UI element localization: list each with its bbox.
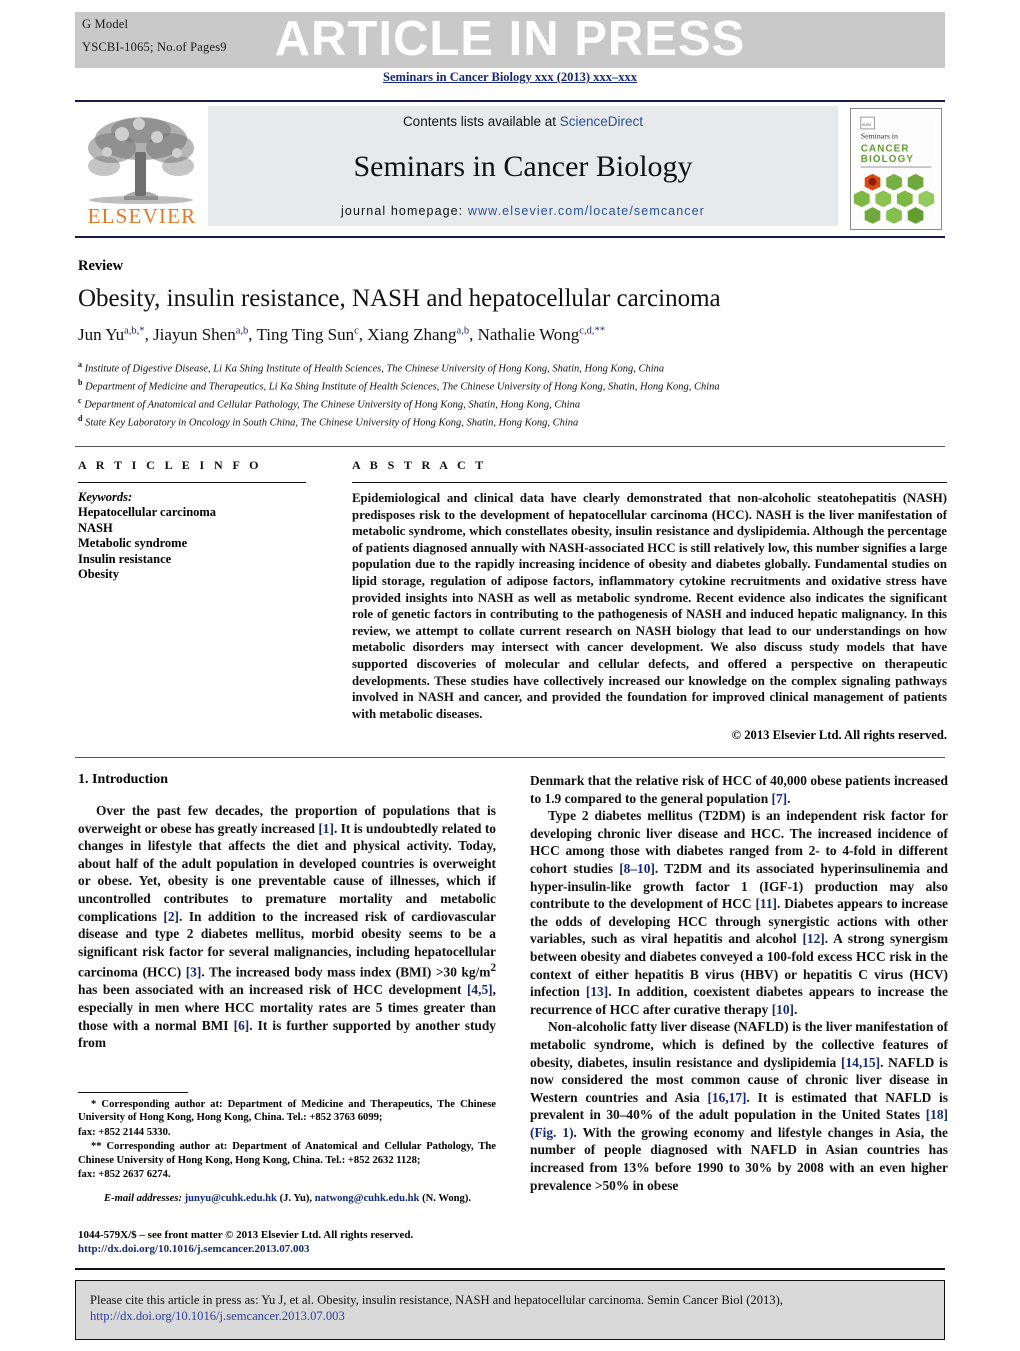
info-rule-bottom bbox=[75, 757, 945, 758]
elsevier-tree-icon bbox=[88, 117, 194, 204]
running-head: Seminars in Cancer Biology xxx (2013) xx… bbox=[383, 70, 637, 84]
citation-link[interactable]: [18] bbox=[926, 1107, 948, 1122]
citation-link[interactable]: [4,5] bbox=[467, 982, 493, 997]
paper-page: G Model YSCBI-1065; No.of Pages9 ARTICLE… bbox=[0, 0, 1020, 1351]
imprint-block: 1044-579X/$ – see front matter © 2013 El… bbox=[78, 1228, 538, 1257]
svg-text:ISSN: ISSN bbox=[862, 122, 871, 127]
abstract-copyright: © 2013 Elsevier Ltd. All rights reserved… bbox=[731, 728, 947, 743]
keyword-item: Metabolic syndrome bbox=[78, 536, 188, 551]
journal-cover-thumbnail: ISSN Seminars in CANCER BIOLOGY bbox=[850, 108, 942, 230]
cite-instruction: Please cite this article in press as: Yu… bbox=[90, 1293, 783, 1307]
page-title: Obesity, insulin resistance, NASH and he… bbox=[78, 285, 721, 312]
corresponding-author-note-2: ** Corresponding author at: Department o… bbox=[78, 1141, 496, 1166]
masthead-rule-bottom bbox=[75, 236, 945, 238]
affiliation-text: Department of Medicine and Therapeutics,… bbox=[85, 381, 720, 393]
email-link-1[interactable]: junyu@cuhk.edu.hk bbox=[185, 1193, 277, 1204]
info-rule-top bbox=[75, 446, 945, 447]
homepage-url-link[interactable]: www.elsevier.com/locate/semcancer bbox=[468, 204, 705, 218]
keyword-item: NASH bbox=[78, 520, 113, 535]
abstract-rule bbox=[352, 482, 947, 483]
svg-text:BIOLOGY: BIOLOGY bbox=[861, 154, 914, 165]
affiliation-item: d State Key Laboratory in Oncology in So… bbox=[78, 414, 579, 429]
section-heading-introduction: 1. Introduction bbox=[78, 772, 168, 787]
body-paragraph: Non-alcoholic fatty liver disease (NAFLD… bbox=[530, 1019, 949, 1193]
affiliation-text: Institute of Digestive Disease, Li Ka Sh… bbox=[84, 363, 665, 375]
citation-link[interactable]: [11] bbox=[755, 896, 777, 911]
corresponding-author-note: * Corresponding author at: Department of… bbox=[78, 1099, 496, 1124]
svg-text:Seminars in: Seminars in bbox=[861, 132, 898, 141]
body-paragraph: Denmark that the relative risk of HCC of… bbox=[530, 773, 948, 806]
banner-text: ARTICLE IN PRESS bbox=[274, 12, 746, 66]
body-column-left: 1. Introduction Over the past few decade… bbox=[78, 772, 496, 1052]
affiliation-text: State Key Laboratory in Oncology in Sout… bbox=[85, 417, 579, 429]
keyword-item: Hepatocellular carcinoma bbox=[78, 505, 217, 519]
citation-link[interactable]: [8–10] bbox=[619, 861, 655, 876]
footnote-block: * Corresponding author at: Department of… bbox=[78, 1092, 496, 1216]
affiliation-text: Department of Anatomical and Cellular Pa… bbox=[84, 399, 581, 411]
homepage-label: journal homepage: bbox=[341, 204, 464, 218]
issn-line: 1044-579X/$ – see front matter © 2013 El… bbox=[78, 1229, 414, 1241]
body-paragraph: Type 2 diabetes mellitus (T2DM) is an in… bbox=[530, 808, 948, 1017]
email-link-2[interactable]: natwong@cuhk.edu.hk bbox=[315, 1193, 420, 1204]
article-info-column: A R T I C L E I N F O Keywords: Hepatoce… bbox=[78, 458, 328, 583]
citation-link[interactable]: [13] bbox=[586, 984, 608, 999]
affiliation-item: a Institute of Digestive Disease, Li Ka … bbox=[78, 360, 665, 375]
citation-link[interactable]: [1] bbox=[318, 821, 334, 836]
abstract-column: A B S T R A C T Epidemiological and clin… bbox=[352, 458, 947, 743]
body-column-right: Denmark that the relative risk of HCC of… bbox=[530, 772, 948, 1194]
citation-link[interactable]: [14,15] bbox=[841, 1055, 880, 1070]
abstract-body: Epidemiological and clinical data have c… bbox=[352, 491, 947, 721]
article-type-label: Review bbox=[78, 258, 124, 274]
cover-art: ISSN Seminars in CANCER BIOLOGY bbox=[851, 109, 941, 229]
sciencedirect-link[interactable]: ScienceDirect bbox=[560, 114, 643, 129]
citation-link[interactable]: [3] bbox=[186, 965, 202, 980]
citation-link[interactable]: [7] bbox=[772, 791, 788, 806]
article-info-rule bbox=[78, 482, 306, 483]
keyword-item: Obesity bbox=[78, 567, 119, 582]
footnote-rule bbox=[78, 1092, 188, 1093]
abstract-heading: A B S T R A C T bbox=[352, 458, 487, 472]
figure-link[interactable]: (Fig. 1) bbox=[530, 1125, 574, 1140]
corresponding-author-fax: fax: +852 2144 5330. bbox=[78, 1126, 171, 1138]
footer-rule bbox=[75, 1268, 945, 1270]
journal-homepage-line: journal homepage: www.elsevier.com/locat… bbox=[208, 204, 838, 218]
email-owner-1: (J. Yu), bbox=[279, 1193, 313, 1205]
elsevier-logo: ELSEVIER bbox=[82, 112, 202, 230]
email-label: E-mail addresses: bbox=[104, 1193, 182, 1205]
email-owner-2: (N. Wong). bbox=[422, 1193, 472, 1205]
citation-link[interactable]: [12] bbox=[802, 931, 824, 946]
cite-doi-link[interactable]: http://dx.doi.org/10.1016/j.semcancer.20… bbox=[90, 1308, 930, 1324]
masthead-rule-top bbox=[75, 100, 945, 102]
keyword-item: Insulin resistance bbox=[78, 551, 172, 566]
elsevier-wordmark: ELSEVIER bbox=[87, 204, 197, 228]
citation-link[interactable]: [6] bbox=[234, 1018, 250, 1033]
citation-link[interactable]: [2] bbox=[163, 909, 179, 924]
contents-available-line: Contents lists available at ScienceDirec… bbox=[208, 114, 838, 129]
corresponding-author-fax-2: fax: +852 2637 6274. bbox=[78, 1169, 171, 1181]
author-list: Jun Yua,b,*, Jiayun Shena,b, Ting Ting S… bbox=[78, 325, 605, 344]
keywords-label: Keywords: bbox=[78, 490, 133, 504]
body-paragraph: Over the past few decades, the proportio… bbox=[78, 803, 497, 1051]
citation-link[interactable]: [10] bbox=[772, 1002, 794, 1017]
affiliation-list: a Institute of Digestive Disease, Li Ka … bbox=[78, 358, 948, 430]
article-info-heading: A R T I C L E I N F O bbox=[78, 458, 262, 472]
doi-link[interactable]: http://dx.doi.org/10.1016/j.semcancer.20… bbox=[78, 1242, 538, 1256]
cite-this-article-box: Please cite this article in press as: Yu… bbox=[75, 1280, 945, 1340]
citation-link[interactable]: [16,17] bbox=[707, 1090, 746, 1105]
svg-text:CANCER: CANCER bbox=[861, 143, 910, 154]
affiliation-item: c Department of Anatomical and Cellular … bbox=[78, 396, 581, 411]
contents-prefix: Contents lists available at bbox=[402, 114, 560, 129]
affiliation-item: b Department of Medicine and Therapeutic… bbox=[78, 378, 720, 393]
email-addresses-note: E-mail addresses: junyu@cuhk.edu.hk (J. … bbox=[78, 1192, 496, 1206]
journal-title: Seminars in Cancer Biology bbox=[353, 150, 693, 183]
